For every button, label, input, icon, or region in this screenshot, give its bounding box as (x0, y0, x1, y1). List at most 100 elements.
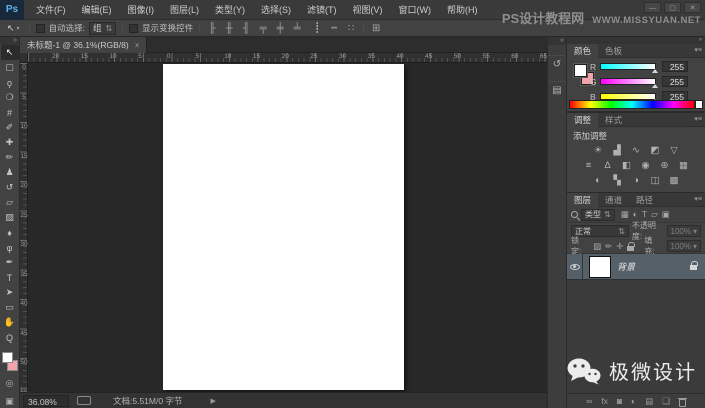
menu-item[interactable]: 视图(V) (345, 0, 391, 20)
slider-thumb-icon[interactable] (652, 83, 658, 88)
align-bottom-edges-icon[interactable]: ╧ (291, 23, 303, 34)
adj-brightness-contrast-icon[interactable]: ☀ (592, 145, 605, 157)
clone-stamp-tool[interactable]: ♟ (1, 165, 19, 180)
menu-item[interactable]: 窗口(W) (391, 0, 440, 20)
eraser-tool[interactable]: ▱ (1, 195, 19, 210)
align-vertical-centers-icon[interactable]: ╪ (274, 23, 286, 34)
new-adjustment-layer-icon[interactable]: ◐ (631, 396, 636, 406)
dodge-tool[interactable]: φ (1, 240, 19, 255)
panel-menu-icon[interactable]: ▾≡ (694, 193, 702, 207)
menu-item[interactable]: 文件(F) (28, 0, 74, 20)
adj-hue-saturation-icon[interactable]: ≡ (582, 160, 595, 172)
panel-foreground-swatch[interactable] (574, 64, 587, 77)
channel-slider[interactable] (600, 93, 656, 100)
menu-item[interactable]: 编辑(E) (74, 0, 120, 20)
panel-tab[interactable]: 图层 (567, 192, 599, 207)
pen-tool[interactable]: ✒ (1, 255, 19, 270)
zoom-tool[interactable]: Q (1, 330, 19, 345)
panel-tab[interactable]: 色板 (598, 44, 629, 58)
adj-color-balance-icon[interactable]: Δ (601, 160, 614, 172)
filter-shape-layers-icon[interactable]: ▱ (651, 209, 658, 220)
filter-pixel-layers-icon[interactable]: ▦ (621, 209, 629, 220)
arrange-3d-mode-icon[interactable]: ⊞ (370, 23, 382, 34)
dock-expand-icon[interactable]: « (548, 37, 566, 45)
properties-panel-icon[interactable]: ▤ (549, 81, 565, 97)
delete-layer-icon[interactable] (677, 397, 687, 407)
adj-invert-icon[interactable]: ◐ (592, 175, 605, 187)
minimize-button[interactable]: — (644, 2, 661, 13)
align-top-edges-icon[interactable]: ╤ (257, 23, 269, 34)
menu-item[interactable]: 滤镜(T) (299, 0, 345, 20)
panel-menu-icon[interactable]: ▾≡ (694, 44, 702, 58)
menu-item[interactable]: 帮助(H) (439, 0, 486, 20)
move-tool[interactable]: ↖ (0, 45, 19, 61)
distribute-horizontal-icon[interactable]: ┅ (328, 23, 340, 34)
document-tab[interactable]: 未标题-1 @ 36.1%(RGB/8) × (20, 37, 148, 53)
adj-selective-color-icon[interactable]: ◫ (649, 175, 662, 187)
menu-item[interactable]: 选择(S) (253, 0, 299, 20)
channel-slider[interactable] (600, 63, 656, 70)
auto-select-dropdown[interactable]: 组 ⇅ (88, 21, 117, 35)
eyedropper-tool[interactable]: ✐ (1, 120, 19, 135)
crop-tool[interactable]: # (1, 105, 19, 120)
menu-item[interactable]: 类型(Y) (207, 0, 253, 20)
adj-levels-icon[interactable]: ▟ (611, 145, 624, 157)
brush-tool[interactable]: ✏ (1, 150, 19, 165)
adj-posterize-icon[interactable]: ▚ (611, 175, 624, 187)
adj-photo-filter-icon[interactable]: ◉ (639, 160, 652, 172)
filter-kind-dropdown[interactable]: 类型 ⇅ (581, 208, 615, 221)
add-layer-mask-icon[interactable]: ◙ (617, 396, 622, 406)
menu-item[interactable]: 图层(L) (162, 0, 207, 20)
adj-channel-mixer-icon[interactable]: ⊛ (658, 160, 671, 172)
panel-tab[interactable]: 路径 (629, 193, 660, 207)
filter-adjustment-layers-icon[interactable]: ◐ (633, 209, 638, 220)
color-spectrum-ramp[interactable] (569, 100, 695, 109)
quick-mask-button[interactable]: ◎ (1, 377, 19, 390)
canvas[interactable] (163, 64, 404, 390)
align-right-edges-icon[interactable]: ╢ (240, 23, 252, 34)
lock-image-pixels-icon[interactable]: ✏ (605, 241, 612, 252)
maximize-button[interactable]: ▢ (664, 2, 681, 13)
adj-vibrance-icon[interactable]: ▽ (668, 145, 681, 157)
rectangular-marquee-tool[interactable]: ▢ (1, 60, 19, 75)
quick-selection-tool[interactable]: ❍ (1, 90, 19, 105)
type-tool[interactable]: T (1, 270, 19, 285)
history-panel-icon[interactable]: ↺ (549, 55, 565, 71)
distribute-centers-icon[interactable]: ∷ (345, 23, 357, 34)
channel-slider[interactable] (600, 78, 656, 85)
screen-mode-button[interactable]: ▣ (1, 395, 19, 408)
blur-tool[interactable]: ♦ (1, 225, 19, 240)
fill-dropdown[interactable]: 100% ▾ (666, 240, 701, 252)
zoom-level-field[interactable]: 36.08% (23, 394, 69, 407)
hand-tool[interactable]: ✋ (1, 315, 19, 330)
adj-exposure-icon[interactable]: ◩ (649, 145, 662, 157)
panel-tab[interactable]: 颜色 (567, 43, 599, 58)
adj-black-white-icon[interactable]: ◧ (620, 160, 633, 172)
spot-healing-brush-tool[interactable]: ✚ (1, 135, 19, 150)
background-layer-row[interactable]: 背景 (567, 253, 705, 280)
opacity-dropdown[interactable]: 100% ▾ (666, 225, 701, 237)
gradient-tool[interactable]: ▨ (1, 210, 19, 225)
filter-smart-objects-icon[interactable]: ▣ (662, 209, 670, 220)
toolbar-collapse-icon[interactable]: » (0, 37, 19, 46)
adj-color-lookup-icon[interactable]: ▦ (677, 160, 690, 172)
close-button[interactable]: ✕ (684, 2, 701, 13)
adj-curves-icon[interactable]: ∿ (630, 145, 643, 157)
history-brush-tool[interactable]: ↺ (1, 180, 19, 195)
align-horizontal-centers-icon[interactable]: ╫ (223, 23, 235, 34)
panel-menu-icon[interactable]: ▾≡ (694, 113, 702, 127)
adj-threshold-icon[interactable]: ◑ (630, 175, 643, 187)
panel-tab[interactable]: 样式 (598, 113, 629, 127)
layer-thumbnail[interactable] (589, 255, 611, 278)
lock-position-icon[interactable]: ✛ (616, 241, 623, 252)
path-selection-tool[interactable]: ➤ (1, 285, 19, 300)
panel-tab[interactable]: 调整 (567, 112, 599, 127)
adj-gradient-map-icon[interactable]: ▩ (668, 175, 681, 187)
lock-transparent-pixels-icon[interactable]: ▨ (593, 241, 601, 252)
show-transform-checkbox[interactable] (129, 23, 139, 33)
status-flyout-arrow-icon[interactable]: ▶ (210, 397, 215, 405)
layer-style-icon[interactable]: fx (601, 396, 608, 406)
foreground-color-swatch[interactable] (1, 352, 13, 364)
slider-thumb-icon[interactable] (652, 68, 658, 73)
panel-tab[interactable]: 通道 (598, 193, 629, 207)
